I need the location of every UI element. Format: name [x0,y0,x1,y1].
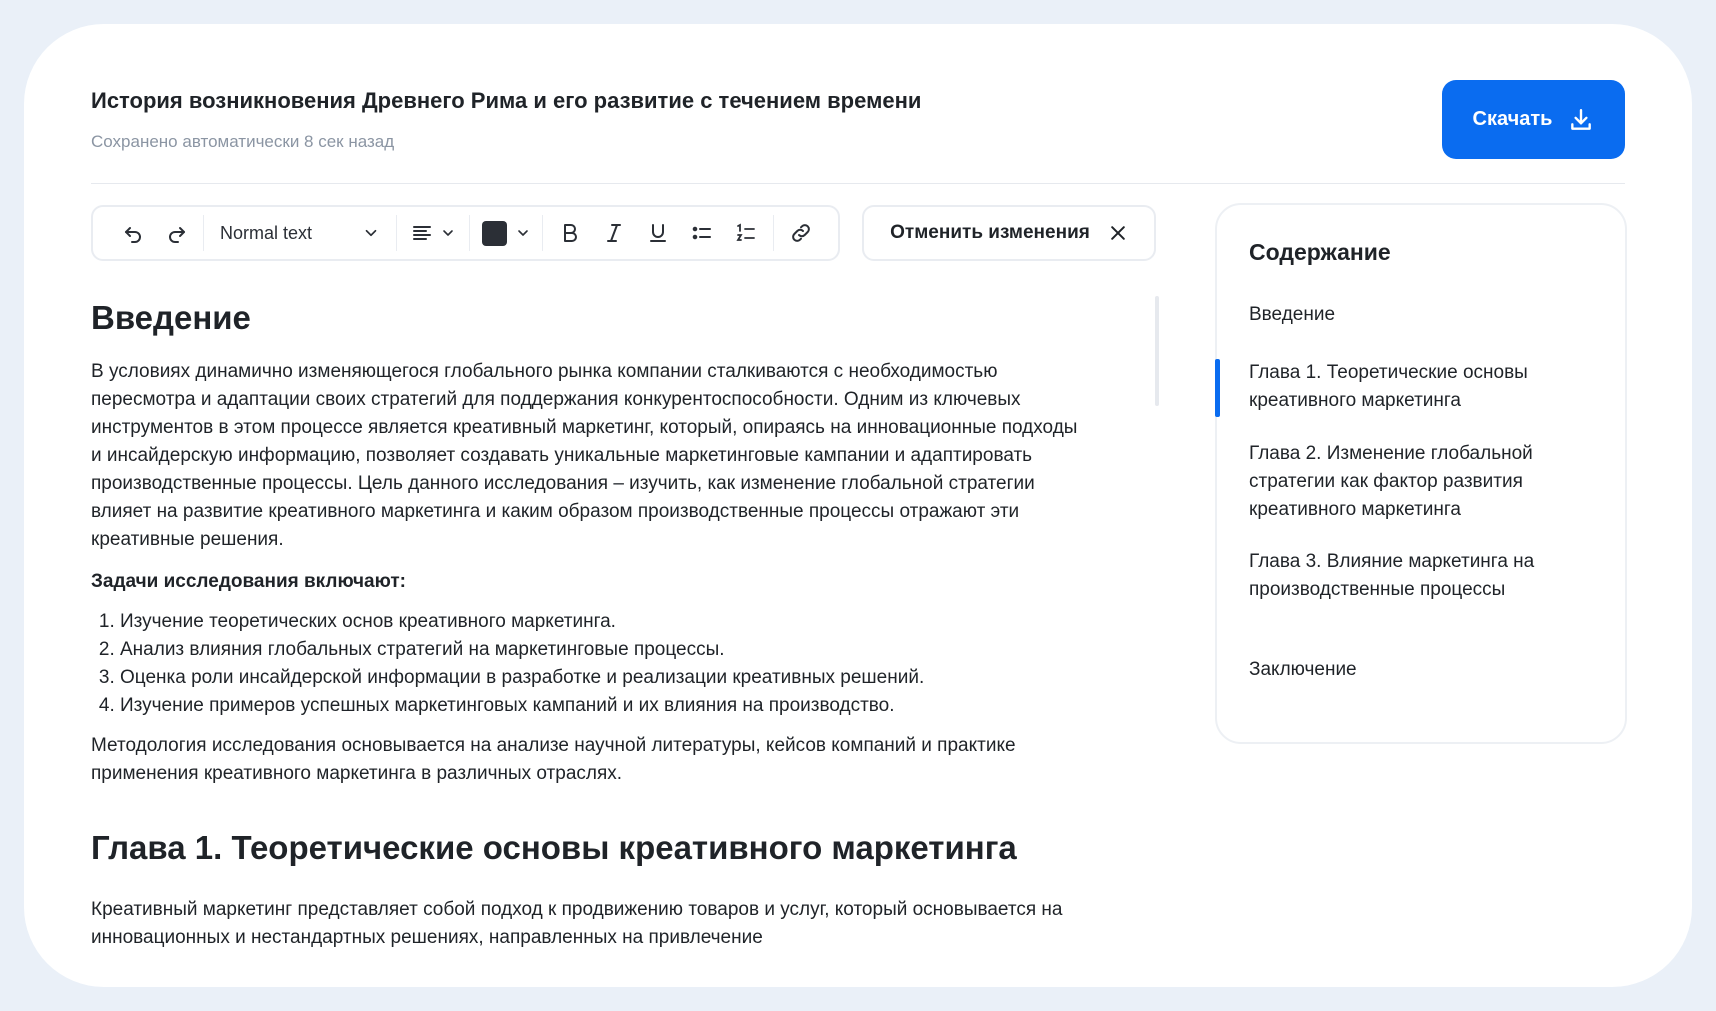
download-button[interactable]: Скачать [1442,80,1625,159]
bold-icon [564,224,577,242]
numbered-list-icon [736,223,755,241]
italic-button[interactable] [595,213,633,253]
numbered-list-button[interactable] [727,213,765,253]
underline-icon [650,224,666,242]
close-icon [1111,226,1125,240]
chevron-down-icon [517,230,528,236]
document-body[interactable]: Введение В условиях динамично изменяющег… [91,284,1121,987]
bullet-list-icon [692,226,711,240]
tasks-list: Изучение теоретических основ креативного… [91,608,1121,720]
text-format-select[interactable]: Normal text [212,213,388,253]
toolbar-divider [396,215,397,251]
toolbar-divider [469,215,470,251]
chevron-down-icon [365,229,377,237]
italic-icon [607,224,621,242]
app-window: История возникновения Древнего Рима и ег… [24,24,1692,987]
text-color-dropdown[interactable] [478,213,534,253]
bullet-list-button[interactable] [683,213,721,253]
toc-active-indicator [1215,359,1220,417]
chevron-down-icon [443,230,453,236]
toolbar-divider [203,215,204,251]
list-item: Изучение примеров успешных маркетинговых… [120,692,1121,720]
list-item: Оценка роли инсайдерской информации в ра… [120,664,1121,692]
toc-title: Содержание [1249,239,1391,265]
editor-toolbar: Normal text [91,205,840,261]
align-dropdown[interactable] [405,213,461,253]
toolbar-divider [542,215,543,251]
methodology-paragraph: Методология исследования основывается на… [91,735,1016,784]
undo-icon [125,227,141,243]
toc-item-chapter-1[interactable]: Глава 1. Теоретические основы креативног… [1249,359,1599,415]
text-color-swatch [481,220,507,246]
cancel-changes-label: Отменить изменения [890,222,1090,243]
toc-item-introduction[interactable]: Введение [1249,301,1599,329]
underline-button[interactable] [639,213,677,253]
toc-item-chapter-3[interactable]: Глава 3. Влияние маркетинга на производс… [1249,548,1549,604]
chapter1-heading: Глава 1. Теоретические основы креативног… [91,829,1017,866]
link-icon [792,224,810,242]
table-of-contents: Содержание Введение Глава 1. Теоретическ… [1215,203,1627,744]
document-scrollbar[interactable] [1155,296,1159,406]
tasks-title: Задачи исследования включают: [91,571,406,592]
toolbar-divider [773,215,774,251]
chapter1-paragraph: Креативный маркетинг представляет собой … [91,899,1063,948]
toc-item-chapter-2[interactable]: Глава 2. Изменение глобальной стратегии … [1249,440,1579,524]
bold-button[interactable] [551,213,589,253]
list-item: Изучение теоретических основ креативного… [120,608,1121,636]
download-icon [1571,108,1592,130]
undo-button[interactable] [115,213,151,253]
document-title: История возникновения Древнего Рима и ег… [91,88,922,113]
list-item: Анализ влияния глобальных стратегий на м… [120,636,1121,664]
text-format-value: Normal text [220,222,313,243]
download-button-label: Скачать [1472,108,1553,130]
redo-button[interactable] [159,213,195,253]
redo-icon [169,227,185,243]
intro-heading: Введение [91,299,251,336]
cancel-changes-button[interactable]: Отменить изменения [862,205,1156,261]
align-left-icon [413,226,431,240]
toc-item-conclusion[interactable]: Заключение [1249,656,1599,684]
link-button[interactable] [782,213,820,253]
document-header: История возникновения Древнего Рима и ег… [91,76,1625,184]
autosave-status: Сохранено автоматически 8 сек назад [91,132,395,151]
intro-paragraph: В условиях динамично изменяющегося глоба… [91,361,1078,550]
